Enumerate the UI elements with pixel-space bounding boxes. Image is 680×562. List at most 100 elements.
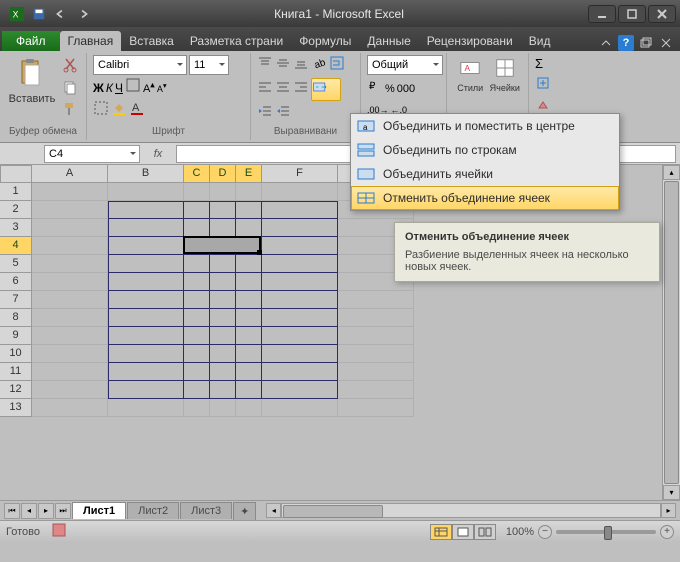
border-icon[interactable] bbox=[125, 77, 141, 98]
row-header-8[interactable]: 8 bbox=[0, 309, 32, 327]
cell[interactable] bbox=[32, 237, 108, 255]
row-header-1[interactable]: 1 bbox=[0, 183, 32, 201]
first-sheet-button[interactable]: ⏮ bbox=[4, 503, 20, 519]
sheet-tab-1[interactable]: Лист1 bbox=[72, 502, 126, 519]
cell[interactable] bbox=[184, 381, 210, 399]
italic-icon[interactable]: К bbox=[106, 79, 113, 97]
cell[interactable] bbox=[108, 399, 184, 417]
menu-merge-center[interactable]: a Объединить и поместить в центре bbox=[351, 114, 619, 138]
cell[interactable] bbox=[32, 327, 108, 345]
excel-icon[interactable]: X bbox=[8, 5, 26, 23]
align-top-icon[interactable] bbox=[257, 55, 273, 76]
cell[interactable] bbox=[184, 309, 210, 327]
cell[interactable] bbox=[262, 381, 338, 399]
cell[interactable] bbox=[338, 399, 414, 417]
cell[interactable] bbox=[32, 345, 108, 363]
row-header-5[interactable]: 5 bbox=[0, 255, 32, 273]
cell[interactable] bbox=[262, 237, 338, 255]
cell[interactable] bbox=[32, 399, 108, 417]
row-header-6[interactable]: 6 bbox=[0, 273, 32, 291]
cell[interactable] bbox=[108, 327, 184, 345]
cell[interactable] bbox=[184, 219, 210, 237]
row-header-7[interactable]: 7 bbox=[0, 291, 32, 309]
sheet-tab-3[interactable]: Лист3 bbox=[180, 502, 232, 519]
cell[interactable] bbox=[338, 327, 414, 345]
close-button[interactable] bbox=[648, 5, 676, 23]
name-box[interactable]: C4 bbox=[44, 145, 140, 163]
scroll-thumb[interactable] bbox=[664, 181, 679, 484]
cell[interactable] bbox=[108, 237, 184, 255]
accounting-format-icon[interactable]: ₽ bbox=[367, 77, 383, 98]
bold-icon[interactable]: Ж bbox=[93, 79, 104, 97]
underline-icon[interactable]: Ч bbox=[115, 79, 123, 97]
cell[interactable] bbox=[210, 381, 236, 399]
zoom-level[interactable]: 100% bbox=[506, 526, 534, 538]
increase-indent-icon[interactable] bbox=[275, 103, 291, 124]
cell[interactable] bbox=[32, 309, 108, 327]
copy-icon[interactable] bbox=[60, 77, 80, 97]
zoom-slider[interactable] bbox=[556, 530, 656, 534]
cell[interactable] bbox=[338, 291, 414, 309]
cell[interactable] bbox=[108, 255, 184, 273]
last-sheet-button[interactable]: ⏭ bbox=[55, 503, 71, 519]
fx-icon[interactable]: fx bbox=[148, 145, 168, 163]
cell[interactable] bbox=[210, 291, 236, 309]
paste-button[interactable]: Вставить bbox=[6, 55, 58, 105]
merge-cells-dropdown[interactable] bbox=[311, 78, 341, 101]
autosum-icon[interactable]: Σ bbox=[535, 55, 543, 73]
menu-merge-across[interactable]: Объединить по строкам bbox=[351, 138, 619, 162]
cells-button[interactable]: Ячейки bbox=[488, 55, 523, 93]
scroll-down-button[interactable]: ▾ bbox=[663, 485, 680, 500]
cell[interactable] bbox=[236, 309, 262, 327]
cell[interactable] bbox=[262, 399, 338, 417]
cell[interactable] bbox=[32, 255, 108, 273]
cell[interactable] bbox=[236, 219, 262, 237]
cell[interactable] bbox=[236, 327, 262, 345]
scroll-up-button[interactable]: ▴ bbox=[663, 165, 680, 180]
cell[interactable] bbox=[236, 255, 262, 273]
cell[interactable] bbox=[236, 399, 262, 417]
cell[interactable] bbox=[262, 291, 338, 309]
active-cell[interactable] bbox=[183, 236, 261, 254]
cut-icon[interactable] bbox=[60, 55, 80, 75]
column-header-E[interactable]: E bbox=[236, 165, 262, 183]
cell[interactable] bbox=[236, 201, 262, 219]
column-header-B[interactable]: B bbox=[108, 165, 184, 183]
cell[interactable] bbox=[236, 363, 262, 381]
cell[interactable] bbox=[184, 273, 210, 291]
column-header-F[interactable]: F bbox=[262, 165, 338, 183]
column-header-A[interactable]: A bbox=[32, 165, 108, 183]
cell[interactable] bbox=[262, 363, 338, 381]
zoom-out-button[interactable]: − bbox=[538, 525, 552, 539]
orientation-icon[interactable]: ab bbox=[311, 55, 327, 76]
scroll-right-button[interactable]: ▸ bbox=[661, 503, 676, 518]
cell[interactable] bbox=[262, 273, 338, 291]
cell[interactable] bbox=[236, 273, 262, 291]
next-sheet-button[interactable]: ▸ bbox=[38, 503, 54, 519]
cell[interactable] bbox=[184, 291, 210, 309]
cell[interactable] bbox=[262, 255, 338, 273]
wrap-text-icon[interactable] bbox=[329, 55, 345, 76]
cell[interactable] bbox=[184, 345, 210, 363]
scroll-left-button[interactable]: ◂ bbox=[266, 503, 281, 518]
sheet-tab-2[interactable]: Лист2 bbox=[127, 502, 179, 519]
vertical-scrollbar[interactable]: ▴ ▾ bbox=[662, 165, 680, 500]
select-all-corner[interactable] bbox=[0, 165, 32, 183]
new-sheet-button[interactable]: ✦ bbox=[233, 502, 256, 520]
cell[interactable] bbox=[184, 183, 210, 201]
minimize-button[interactable] bbox=[588, 5, 616, 23]
decrease-font-icon[interactable]: A▾ bbox=[157, 79, 167, 97]
cell[interactable] bbox=[236, 291, 262, 309]
cell[interactable] bbox=[210, 363, 236, 381]
maximize-button[interactable] bbox=[618, 5, 646, 23]
row-header-13[interactable]: 13 bbox=[0, 399, 32, 417]
number-format-combo[interactable]: Общий bbox=[367, 55, 443, 75]
font-color-icon[interactable]: A bbox=[129, 100, 145, 121]
font-name-combo[interactable]: Calibri bbox=[93, 55, 187, 75]
cell[interactable] bbox=[262, 345, 338, 363]
cell[interactable] bbox=[108, 345, 184, 363]
cell[interactable] bbox=[108, 219, 184, 237]
cell[interactable] bbox=[262, 183, 338, 201]
zoom-in-button[interactable]: + bbox=[660, 525, 674, 539]
cell[interactable] bbox=[32, 273, 108, 291]
